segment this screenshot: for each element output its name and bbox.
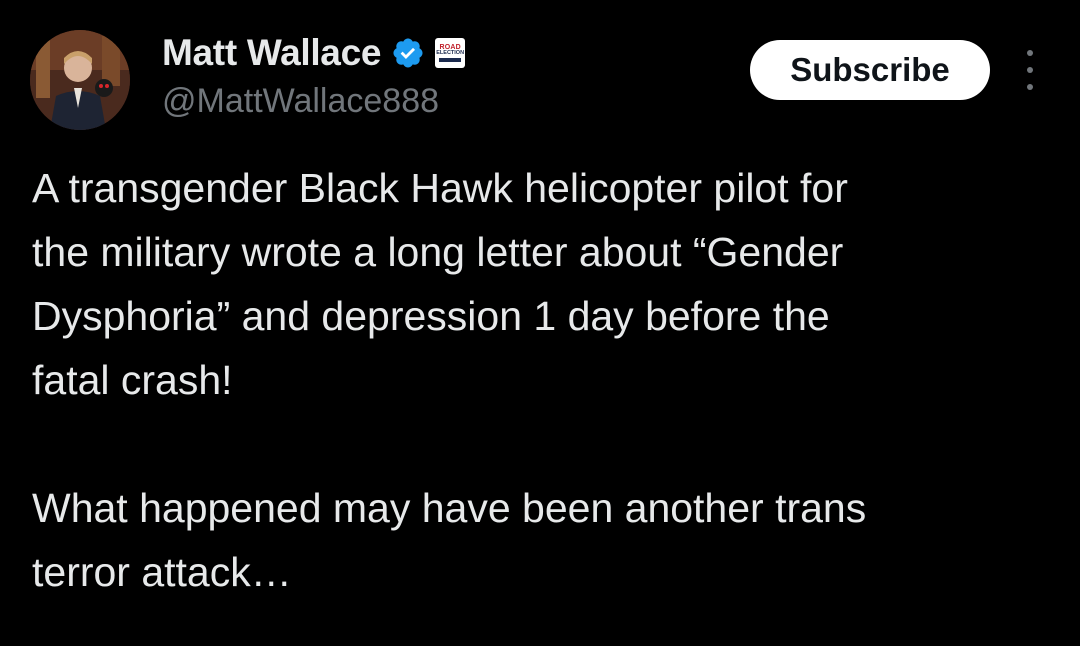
- author-display-name[interactable]: Matt Wallace: [162, 32, 381, 74]
- post-paragraph: A transgender Black Hawk helicopter pilo…: [32, 165, 848, 403]
- more-dot: [1027, 50, 1033, 56]
- post-paragraph: What happened may have been another tran…: [32, 485, 867, 595]
- badge-line-2: ELECTION: [436, 49, 465, 56]
- more-dot: [1027, 84, 1033, 90]
- more-options-icon[interactable]: [1016, 50, 1044, 90]
- avatar[interactable]: [30, 30, 130, 130]
- subscribe-button[interactable]: Subscribe: [750, 40, 990, 100]
- post-card: Matt Wallace ROAD ELECTION @MattWallace8…: [0, 0, 1080, 646]
- avatar-photo: [30, 30, 130, 130]
- verified-check-icon[interactable]: [391, 36, 425, 70]
- affiliation-badge-icon[interactable]: ROAD ELECTION: [435, 38, 466, 68]
- badge-bar: [439, 58, 462, 63]
- more-dot: [1027, 67, 1033, 73]
- author-name-row: Matt Wallace ROAD ELECTION: [162, 31, 466, 75]
- post-text: A transgender Black Hawk helicopter pilo…: [32, 156, 1052, 604]
- author-handle[interactable]: @MattWallace888: [162, 82, 439, 121]
